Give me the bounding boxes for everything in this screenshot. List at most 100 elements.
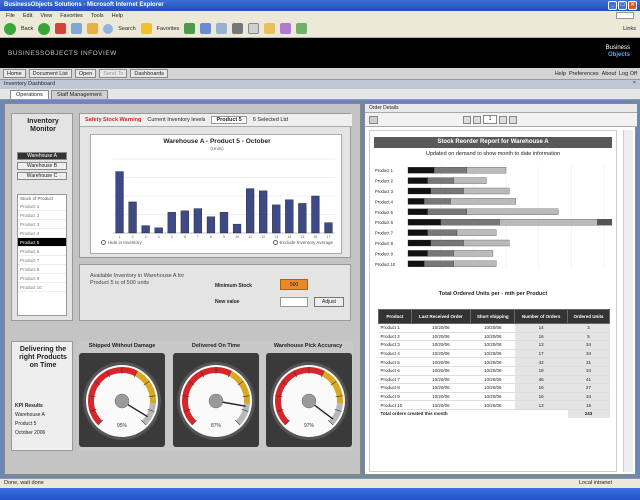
product-list-item[interactable]: Product 2	[18, 211, 66, 220]
search-button-label[interactable]: Search	[118, 26, 135, 32]
messenger-icon[interactable]	[280, 23, 292, 34]
availability-text: Available Inventory in Warehouse A for P…	[90, 273, 185, 286]
nav-document-list-button[interactable]: Document List	[28, 69, 72, 78]
product-list-header: Stock of Product	[20, 196, 54, 201]
table-cell: 10/20/06	[411, 383, 471, 393]
menu-favorites[interactable]: Favorites	[60, 13, 83, 19]
delivery-title: Delivering the right Products on Time	[19, 346, 67, 369]
table-cell: 16	[514, 383, 568, 393]
logo-line2: Objects	[607, 52, 630, 58]
favorites-button-label[interactable]: Favorites	[157, 26, 180, 32]
delivery-info-line: Product 5	[15, 421, 37, 427]
window-titlebar[interactable]: BusinessObjects Solutions - Microsoft In…	[0, 0, 640, 11]
table-cell: 10/20/06	[470, 349, 515, 359]
menu-view[interactable]: View	[40, 13, 52, 19]
forward-arrow-icon[interactable]	[38, 22, 51, 35]
bar-segment	[407, 229, 428, 236]
nav-preferences-link[interactable]: Preferences	[569, 71, 599, 77]
links-button[interactable]: Links	[623, 26, 636, 32]
warehouse-b-button[interactable]: Warehouse B	[17, 162, 67, 170]
nav-logoff-link[interactable]: Log Off	[619, 71, 637, 77]
page-number-input[interactable]: 1	[483, 115, 497, 124]
product-list-item[interactable]: Product 6	[18, 247, 66, 256]
nav-send-to-button[interactable]: Send To	[99, 69, 128, 78]
last-page-icon[interactable]	[509, 116, 517, 124]
nav-about-link[interactable]: About	[602, 71, 616, 77]
maximize-button[interactable]: □	[618, 1, 627, 10]
table-cell: 3	[567, 323, 610, 333]
minimize-button[interactable]: _	[608, 1, 617, 10]
first-page-icon[interactable]	[463, 116, 471, 124]
close-document-icon[interactable]: ×	[633, 80, 636, 86]
home-icon[interactable]	[87, 23, 99, 34]
bar-segment	[407, 177, 428, 184]
bar-label: Product 3	[375, 189, 394, 194]
nav-dashboards-button[interactable]: Dashboards	[130, 69, 169, 78]
media-icon[interactable]	[184, 23, 196, 34]
search-icon[interactable]	[103, 23, 114, 34]
tab-selected-extra[interactable]: 6 Selected Ltd	[253, 117, 288, 123]
product-list-item[interactable]: Product 4	[18, 229, 66, 238]
product-list-item[interactable]: Product 10	[18, 283, 66, 292]
warehouse-c-button[interactable]: Warehouse C	[17, 172, 67, 180]
discuss-icon[interactable]	[296, 23, 308, 34]
favorites-star-icon[interactable]	[140, 23, 152, 34]
print-icon[interactable]	[232, 23, 244, 34]
product-list-item[interactable]: Product 9	[18, 274, 66, 283]
bar	[115, 171, 124, 234]
next-page-icon[interactable]	[499, 116, 507, 124]
stop-icon[interactable]	[55, 23, 67, 34]
bar	[193, 208, 203, 234]
bar	[206, 216, 216, 234]
tab-current-inventory[interactable]: Current Inventory levels	[147, 117, 205, 123]
tab-product[interactable]: Product 5	[211, 116, 247, 124]
tab-staff-management[interactable]: Staff Management	[50, 90, 108, 99]
operations-pane: Inventory Monitor Warehouse A Warehouse …	[4, 103, 361, 475]
new-value-input[interactable]	[280, 297, 308, 307]
table-cell: 10/20/06	[411, 357, 471, 367]
table-cell: 10/20/06	[470, 366, 515, 376]
mail-icon[interactable]	[216, 23, 228, 34]
nav-help-link[interactable]: Help	[555, 71, 566, 77]
column-header: Number of Orders	[514, 309, 569, 324]
bar-segment	[427, 250, 454, 257]
edit-icon[interactable]	[248, 23, 260, 34]
back-button-label[interactable]: Back	[21, 26, 33, 32]
table-cell: 27	[567, 383, 610, 393]
status-text: Done, wait done	[4, 480, 44, 486]
windows-taskbar	[0, 488, 640, 500]
history-icon[interactable]	[200, 23, 212, 34]
back-arrow-icon[interactable]	[4, 22, 16, 35]
inventory-monitor-title: Inventory Monitor	[12, 118, 74, 134]
folder-icon[interactable]	[264, 23, 276, 34]
product-list-item[interactable]: Product 8	[18, 265, 66, 274]
warehouse-a-button[interactable]: Warehouse A	[17, 152, 67, 160]
nav-open-button[interactable]: Open	[74, 69, 97, 78]
report-scrollbar[interactable]	[623, 130, 633, 472]
table-row: Product 4 10/20/06 10/20/06 17 34	[378, 349, 610, 359]
radio-exclude-average[interactable]: Exclude Inventory Average	[272, 240, 333, 246]
menu-file[interactable]: File	[6, 13, 15, 19]
report-toolbar: 1	[365, 113, 637, 127]
menu-tools[interactable]: Tools	[91, 13, 104, 19]
bar-label: Product 2	[375, 179, 394, 184]
tab-safety-stock-warning[interactable]: Safety Stock Warning	[85, 117, 141, 123]
gauge-panel: Shipped Without Damage Delivered On Time…	[77, 341, 353, 451]
tab-operations[interactable]: Operations	[10, 90, 49, 99]
radio-hide-inventory[interactable]: Hide in Inventory	[101, 240, 142, 246]
menu-help[interactable]: Help	[112, 13, 123, 19]
nav-home-button[interactable]: Home	[3, 69, 26, 78]
product-list-item[interactable]: Product 1	[18, 202, 66, 211]
product-list-item[interactable]: Product 7	[18, 256, 66, 265]
menu-edit[interactable]: Edit	[23, 13, 32, 19]
product-list-item[interactable]: Product 3	[18, 220, 66, 229]
prev-page-icon[interactable]	[473, 116, 481, 124]
report-menu-icon[interactable]	[369, 116, 378, 124]
product-list-item-selected[interactable]: Product 5	[18, 238, 66, 247]
table-cell: 10/20/06	[411, 349, 471, 359]
x-tick-label: 5	[171, 235, 173, 239]
close-button[interactable]: ×	[628, 1, 637, 10]
refresh-icon[interactable]	[71, 23, 83, 34]
adjust-button[interactable]: Adjust	[314, 297, 344, 307]
bar	[259, 190, 268, 234]
